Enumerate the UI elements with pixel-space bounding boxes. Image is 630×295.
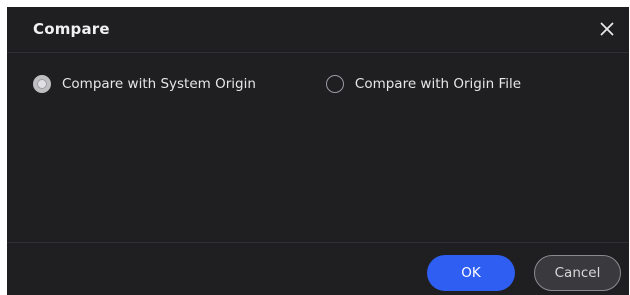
compare-dialog: Compare Compare with System Origin Compa…: [7, 7, 629, 295]
dialog-title: Compare: [33, 20, 110, 38]
ok-button[interactable]: OK: [427, 255, 515, 291]
option-origin-file-label: Compare with Origin File: [354, 76, 522, 92]
radio-origin-file[interactable]: [325, 75, 344, 93]
close-button[interactable]: [597, 19, 617, 39]
radio-dot: [37, 79, 47, 89]
option-origin-file[interactable]: Compare with Origin File: [325, 75, 522, 93]
compare-options: Compare with System Origin Compare with …: [33, 75, 521, 93]
dialog-footer: OK Cancel: [7, 242, 629, 295]
cancel-button[interactable]: Cancel: [534, 255, 621, 291]
radio-system-origin[interactable]: [33, 75, 51, 93]
option-system-origin[interactable]: Compare with System Origin: [33, 75, 256, 93]
option-system-origin-label: Compare with System Origin: [62, 76, 256, 92]
dialog-header: Compare: [7, 7, 629, 53]
close-icon: [600, 22, 614, 36]
